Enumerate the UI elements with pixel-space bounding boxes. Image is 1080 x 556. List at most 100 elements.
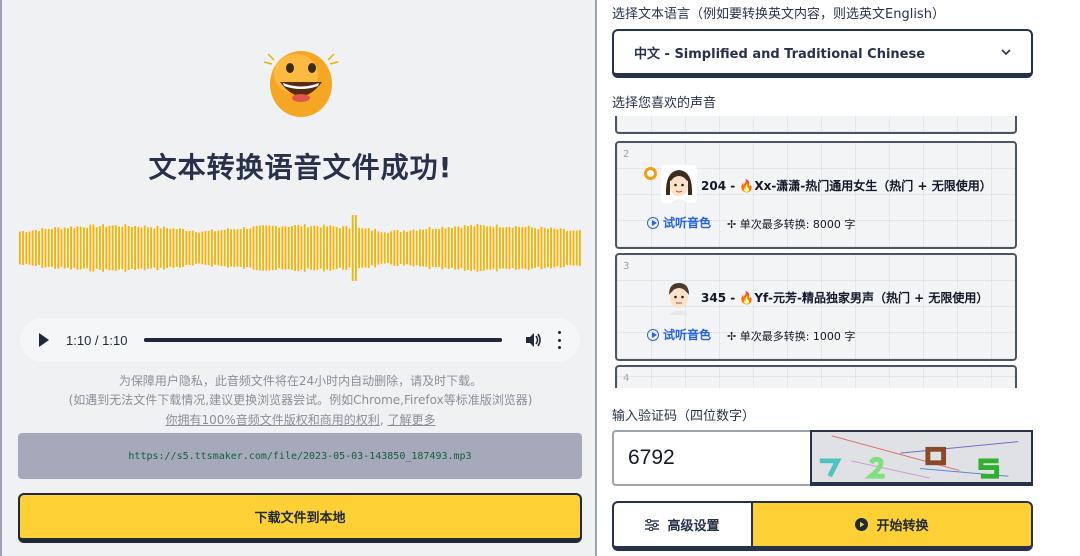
- waveform-bar: [316, 226, 319, 270]
- download-button[interactable]: 下载文件到本地: [18, 493, 582, 543]
- waveform-bar: [227, 228, 229, 268]
- waveform-bar: [67, 228, 69, 268]
- waveform-bar: [438, 229, 440, 267]
- more-options-icon[interactable]: [556, 331, 562, 349]
- waveform-bar: [140, 227, 143, 269]
- waveform-bar: [428, 227, 431, 269]
- voice-card-partial[interactable]: 4: [615, 365, 1017, 388]
- waveform-bar: [396, 229, 399, 267]
- waveform-bar: [351, 215, 354, 281]
- waveform-bar: [60, 229, 63, 267]
- waveform-bar: [425, 229, 428, 267]
- waveform-bar: [313, 225, 316, 271]
- waveform-bar: [89, 224, 92, 272]
- waveform-bar: [511, 227, 514, 268]
- waveform-bar: [76, 226, 79, 270]
- waveform-bar: [265, 225, 268, 271]
- waveform-bar: [332, 226, 335, 270]
- play-button[interactable]: [34, 330, 54, 350]
- waveform-bar: [534, 227, 536, 268]
- waveform-bar: [22, 231, 24, 265]
- waveform-bar: [44, 228, 47, 268]
- waveform-bar: [486, 226, 488, 270]
- waveform-bar: [185, 231, 188, 265]
- waveform-bar: [300, 226, 303, 270]
- waveform-bar: [223, 230, 226, 267]
- waveform-bar: [207, 230, 210, 266]
- waveform-bar: [127, 226, 130, 270]
- waveform-bar: [111, 225, 114, 271]
- voice-card-partial[interactable]: [615, 116, 1017, 134]
- waveform-bar: [278, 227, 280, 269]
- voice-radio-selected[interactable]: [644, 167, 657, 180]
- waveform-bar: [195, 232, 197, 264]
- waveform-bar: [179, 228, 181, 268]
- captcha-label: 输入验证码（四位数字）: [612, 409, 756, 424]
- waveform-bar: [447, 227, 450, 269]
- waveform-bar: [159, 228, 162, 268]
- waveform-bar: [473, 226, 476, 270]
- captcha-input[interactable]: 6792: [612, 430, 810, 486]
- waveform-bar: [499, 227, 501, 269]
- captcha-image[interactable]: [810, 430, 1033, 486]
- voice-card[interactable]: 2 204 - 🔥Xx-潇潇-热门通用女生（热门 + 无限使用） 试听音色 ✢ …: [615, 141, 1017, 249]
- waveform-bar: [105, 226, 108, 270]
- language-select[interactable]: 中文 - Simplified and Traditional Chinese: [612, 29, 1033, 78]
- audio-seek-bar[interactable]: [144, 338, 502, 342]
- waveform-bar: [527, 225, 530, 271]
- waveform-bar: [470, 225, 472, 271]
- file-url-box: https://s5.ttsmaker.com/file/2023-05-03-…: [18, 433, 582, 479]
- voice-index: 4: [623, 373, 630, 384]
- copyright-link[interactable]: 你拥有100%音频文件版权和商用的权利: [166, 413, 380, 427]
- voice-limit: ✢ 单次最多转换: 8000 字: [727, 218, 856, 231]
- waveform-bar: [399, 232, 402, 264]
- voice-card[interactable]: 3 345 - 🔥Yf-元芳-精品独家男声（热门 + 无限使用） 试听音色 ✢ …: [615, 253, 1017, 361]
- waveform-bar: [303, 224, 306, 272]
- waveform-bar: [38, 231, 40, 265]
- advanced-settings-button[interactable]: 高级设置: [612, 501, 753, 551]
- copyright-note: 你拥有100%音频文件版权和商用的权利, 了解更多: [165, 413, 436, 427]
- waveform-bar: [345, 226, 348, 270]
- waveform-bar: [99, 226, 101, 270]
- waveform-bar: [54, 227, 56, 269]
- waveform-bar: [367, 228, 370, 268]
- waveform-bar: [284, 226, 287, 270]
- listen-button[interactable]: 试听音色: [647, 326, 711, 343]
- file-url-link[interactable]: https://s5.ttsmaker.com/file/2023-05-03-…: [128, 451, 471, 462]
- waveform-bar: [550, 227, 552, 269]
- waveform-bar: [217, 230, 220, 266]
- waveform-bar: [188, 231, 191, 265]
- waveform-bar: [403, 230, 405, 266]
- waveform-bar: [230, 229, 232, 267]
- waveform-bar: [182, 228, 184, 267]
- waveform-bar: [364, 228, 367, 268]
- waveform-bar: [483, 225, 485, 271]
- waveform-bar: [275, 225, 277, 270]
- waveform-bar: [505, 227, 508, 269]
- waveform-bar: [409, 230, 412, 266]
- learn-more-link[interactable]: 了解更多: [387, 413, 435, 427]
- audio-time: 1:10 / 1:10: [66, 332, 128, 348]
- waveform-bar: [95, 227, 98, 269]
- waveform-bar: [457, 226, 460, 270]
- waveform-bar: [47, 229, 50, 267]
- waveform-bar: [28, 231, 31, 265]
- waveform-bar: [547, 228, 549, 268]
- browser-note: (如遇到无法文件下载情况,建议更换浏览器尝试。例如Chrome,Firefox等…: [68, 393, 533, 407]
- waveform-bar: [169, 229, 172, 267]
- start-convert-button[interactable]: 开始转换: [751, 501, 1033, 551]
- waveform-bar: [246, 229, 248, 267]
- male-avatar-icon: [669, 283, 689, 315]
- waveform-bar: [419, 229, 421, 267]
- waveform-bar: [137, 226, 140, 270]
- waveform-bar: [271, 225, 274, 271]
- waveform-bar: [374, 228, 376, 268]
- volume-icon[interactable]: [524, 331, 542, 349]
- waveform-bar: [521, 227, 524, 269]
- waveform-bar: [79, 226, 82, 270]
- success-title: 文本转换语音文件成功!: [148, 151, 453, 184]
- listen-button[interactable]: 试听音色: [647, 214, 711, 231]
- waveform-bar: [294, 225, 296, 271]
- waveform-bar: [297, 224, 300, 272]
- waveform-bar: [329, 225, 332, 271]
